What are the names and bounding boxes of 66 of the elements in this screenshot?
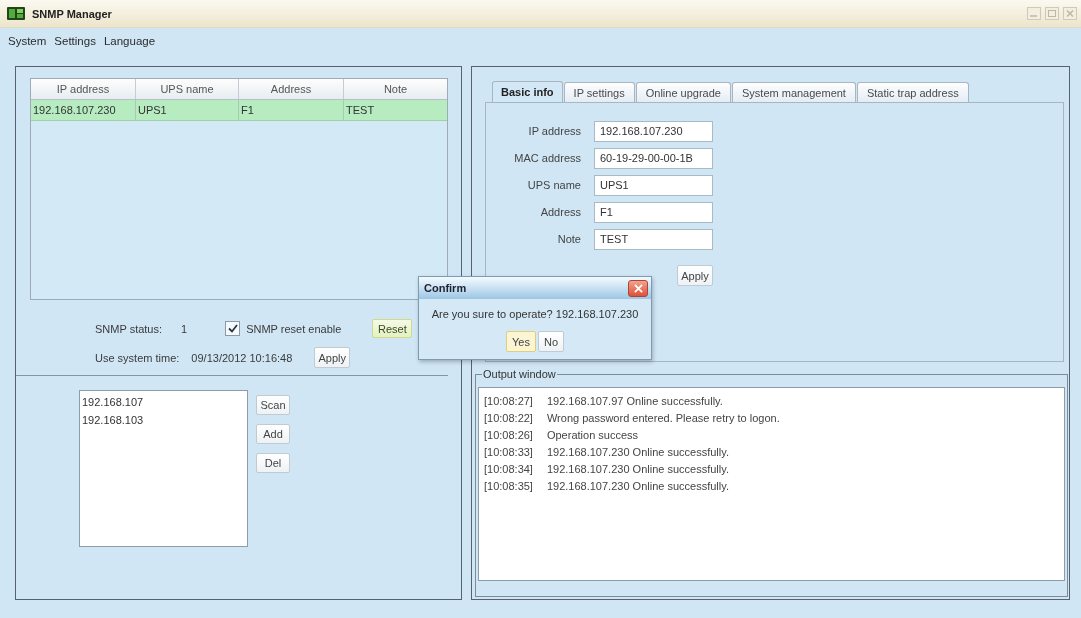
window-title: SNMP Manager (32, 7, 112, 20)
column-header[interactable]: Address (239, 79, 344, 99)
menu-item[interactable]: Language (103, 35, 156, 47)
dialog-button[interactable]: No (537, 331, 564, 352)
time-value: 09/13/2012 10:16:48 (191, 351, 293, 364)
dialog-message: Are you sure to operate? 192.168.107.230 (430, 308, 640, 321)
action-button[interactable]: Scan (256, 395, 290, 415)
apply-button[interactable]: Apply (677, 265, 713, 286)
column-header[interactable]: UPS name (136, 79, 239, 99)
field-label: Note (556, 232, 581, 247)
app-icon (7, 7, 25, 20)
log-time: [10:08:27] (484, 394, 533, 409)
menu-item[interactable]: System (8, 35, 47, 47)
tab[interactable]: Basic info (492, 81, 563, 102)
field-label: Address (539, 205, 581, 220)
log-message: Operation success (546, 428, 639, 443)
field-label: UPS name (526, 178, 581, 193)
log-time: [10:08:33] (484, 445, 533, 460)
menu-item[interactable]: Settings (54, 35, 96, 47)
status-label: SNMP status: (95, 322, 163, 335)
table-row[interactable]: 192.168.107.230 UPS1 F1 TEST (31, 100, 447, 121)
table-cell: UPS1 (136, 100, 239, 120)
tab[interactable]: IP settings (563, 82, 635, 102)
time-label: Use system time: (95, 351, 180, 364)
close-icon[interactable] (1063, 7, 1077, 20)
tick-icon (227, 324, 238, 333)
close-icon (633, 283, 643, 293)
status-value: 1 (181, 322, 188, 335)
dialog-button[interactable]: Yes (506, 331, 536, 352)
text-field[interactable]: 192.168.107.230 (594, 121, 713, 142)
log-message: 192.168.107.230 Online successfully. (546, 479, 729, 494)
list-item[interactable]: 192.168.103 (80, 411, 247, 429)
close-button[interactable] (628, 279, 648, 297)
log-time: [10:08:35] (484, 479, 533, 494)
checkbox-label: SNMP reset enable (246, 322, 342, 335)
log-time: [10:08:26] (484, 428, 533, 443)
dialog-title: Confirm (424, 282, 467, 294)
maximize-icon[interactable] (1045, 7, 1059, 20)
log-message: 192.168.107.97 Online successfully. (546, 394, 723, 409)
column-header[interactable]: Note (344, 79, 447, 99)
tab[interactable]: System management (732, 82, 856, 102)
minimize-icon[interactable] (1027, 7, 1041, 20)
text-field[interactable]: TEST (594, 229, 713, 250)
reset-button[interactable]: Reset (372, 319, 413, 338)
text-field[interactable]: F1 (594, 202, 713, 223)
group-title: Output window (482, 368, 557, 381)
log-message: 192.168.107.230 Online successfully. (546, 462, 729, 477)
table-cell: 192.168.107.230 (31, 100, 136, 120)
table-cell: F1 (239, 100, 344, 120)
text-field[interactable]: 60-19-29-00-00-1B (594, 148, 713, 169)
field-label: IP address (527, 124, 581, 139)
log-time: [10:08:34] (484, 462, 533, 477)
text-field[interactable]: UPS1 (594, 175, 713, 196)
tab[interactable]: Static trap address (856, 82, 969, 102)
list-item[interactable]: 192.168.107 (80, 393, 247, 411)
log-message: Wrong password entered. Please retry to logon. (546, 411, 780, 426)
field-label: MAC address (513, 151, 581, 166)
action-button[interactable]: Add (256, 424, 290, 444)
tab[interactable]: Online upgrade (635, 82, 731, 102)
apply-button[interactable]: Apply (314, 347, 351, 368)
log-time: [10:08:22] (484, 411, 533, 426)
checkbox[interactable] (225, 321, 241, 336)
table-cell-text: TEST (345, 103, 376, 118)
column-header[interactable]: IP address (31, 79, 136, 99)
log-message: 192.168.107.230 Online successfully. (546, 445, 729, 460)
action-button[interactable]: Del (256, 453, 290, 473)
